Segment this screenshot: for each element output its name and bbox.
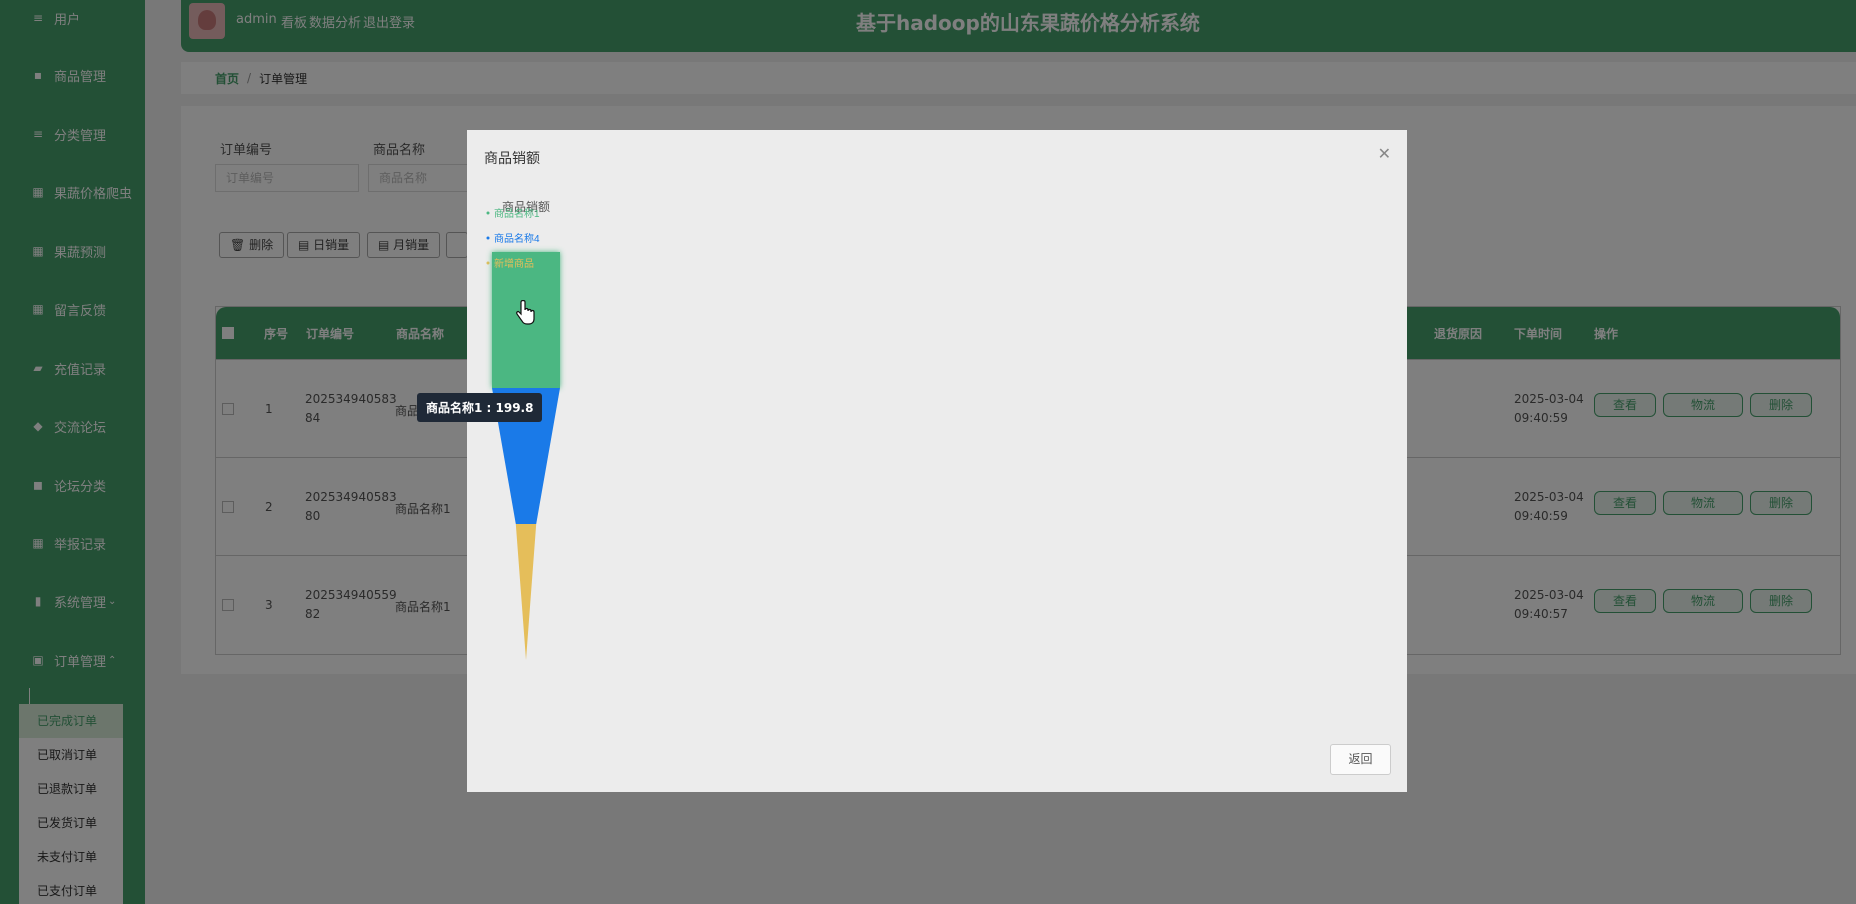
funnel-segment[interactable] [515,524,537,660]
legend-marker [486,236,490,240]
legend-entry[interactable]: 商品名称1 [494,207,540,220]
funnel-chart: 商品销额 商品名称1商品名称4新增商品 新增商品 [486,199,560,660]
legend-marker [486,211,490,215]
legend-entry[interactable]: 商品名称4 [494,232,540,245]
funnel-segment-label: 新增商品 [494,257,534,270]
hand-cursor-icon [516,300,535,325]
legend-marker [486,261,490,265]
chart-tooltip: 商品名称1 : 199.8 [417,393,543,422]
